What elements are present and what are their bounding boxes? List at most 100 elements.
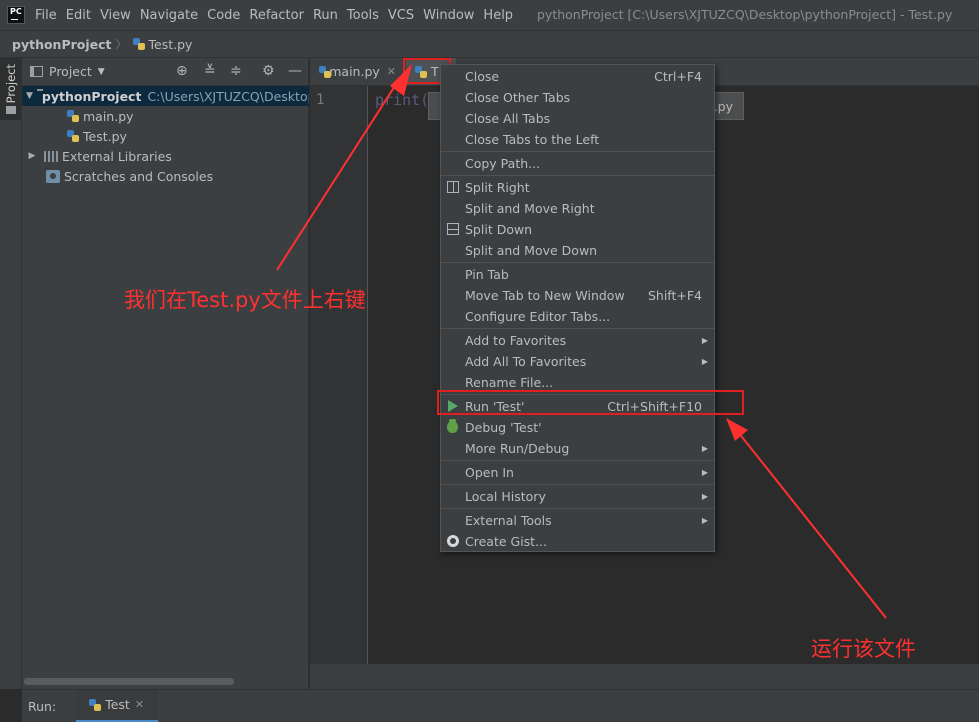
menu-item-external-tools[interactable]: External Tools ▶ (441, 510, 714, 531)
menu-separator (441, 175, 714, 176)
window-title: pythonProject [C:\Users\XJTUZCQ\Desktop\… (537, 7, 953, 22)
menu-file[interactable]: File (35, 8, 57, 23)
line-number: 1 (316, 92, 325, 108)
menu-item-label: More Run/Debug (465, 441, 570, 456)
menu-item-shortcut: Shift+F4 (647, 288, 702, 303)
tree-item-project-root[interactable]: ▼ pythonProject C:\Users\XJTUZCQ\Desktop (22, 86, 309, 106)
menu-vcs[interactable]: VCS (388, 8, 414, 23)
submenu-arrow-icon: ▶ (701, 357, 708, 366)
tab-label: main.py (329, 64, 380, 79)
python-file-icon (132, 37, 146, 51)
menu-item-close-tabs-left[interactable]: Close Tabs to the Left (441, 129, 714, 150)
menu-code[interactable]: Code (207, 8, 240, 23)
left-tool-strip: Project (0, 58, 22, 689)
collapse-all-icon[interactable]: ≑ (230, 63, 242, 79)
expand-all-icon[interactable]: ≚ (204, 63, 216, 79)
menu-item-label: Rename File... (465, 375, 554, 390)
tree-item-scratches[interactable]: Scratches and Consoles (22, 166, 309, 186)
menu-item-add-all-to-favorites[interactable]: Add All To Favorites ▶ (441, 351, 714, 372)
python-file-icon (66, 129, 80, 143)
menu-refactor[interactable]: Refactor (249, 8, 304, 23)
menu-view[interactable]: View (100, 8, 131, 23)
menu-item-open-in[interactable]: Open In ▶ (441, 462, 714, 483)
project-root-path: C:\Users\XJTUZCQ\Desktop (147, 88, 309, 104)
tree-item-external-libraries[interactable]: ▶ External Libraries (22, 146, 309, 166)
menu-item-more-run-debug[interactable]: More Run/Debug ▶ (441, 438, 714, 459)
tab-main-py[interactable]: main.py ✕ (310, 58, 404, 85)
menu-separator (441, 484, 714, 485)
breadcrumb-project[interactable]: pythonProject (12, 37, 112, 52)
menu-navigate[interactable]: Navigate (140, 8, 198, 23)
annotation-run-highlight (437, 390, 744, 415)
python-file-icon (66, 109, 80, 123)
close-icon[interactable]: ✕ (387, 65, 396, 78)
menu-item-label: Close Other Tabs (465, 90, 571, 105)
menu-separator (441, 151, 714, 152)
menu-item-label: Configure Editor Tabs... (465, 309, 611, 324)
run-tool-window-bar: Run: Test ✕ (22, 689, 979, 722)
editor-gutter: 1 (310, 86, 368, 664)
menu-item-label: Close Tabs to the Left (465, 132, 600, 147)
tooltip-text: .py (713, 99, 733, 114)
menu-tools[interactable]: Tools (347, 8, 379, 23)
menu-separator (441, 328, 714, 329)
menu-item-label: Split Down (465, 222, 533, 237)
tree-item-main-py[interactable]: main.py (22, 106, 309, 126)
menu-item-add-to-favorites[interactable]: Add to Favorites ▶ (441, 330, 714, 351)
menu-item-copy-path[interactable]: Copy Path... (441, 153, 714, 174)
menu-item-shortcut: Ctrl+F4 (654, 69, 702, 84)
menu-item-debug-test[interactable]: Debug 'Test' (441, 417, 714, 438)
menu-item-close[interactable]: Close Ctrl+F4 (441, 66, 714, 87)
menu-item-label: Create Gist... (465, 534, 548, 549)
project-panel: Project ▼ ⊕ ≚ ≑ ⚙ — ▼ pythonProject C:\U… (22, 58, 309, 689)
menu-item-local-history[interactable]: Local History ▶ (441, 486, 714, 507)
submenu-arrow-icon: ▶ (701, 492, 708, 501)
tree-item-test-py[interactable]: Test.py (22, 126, 309, 146)
menu-help[interactable]: Help (483, 8, 513, 23)
menu-item-label: Local History (465, 489, 546, 504)
gear-icon[interactable]: ⚙ (262, 63, 275, 79)
library-icon (44, 150, 58, 162)
close-icon[interactable]: ✕ (135, 698, 144, 711)
menu-item-create-gist[interactable]: Create Gist... (441, 531, 714, 552)
menu-bar: PC File Edit View Navigate Code Refactor… (0, 0, 979, 30)
split-down-icon (447, 223, 459, 235)
menu-item-split-right[interactable]: Split Right (441, 177, 714, 198)
menu-item-label: Close (465, 69, 500, 84)
project-tool-tab[interactable]: Project (0, 58, 21, 120)
menu-item-split-down[interactable]: Split Down (441, 219, 714, 240)
run-tab-test[interactable]: Test ✕ (76, 689, 159, 722)
submenu-arrow-icon: ▶ (701, 336, 708, 345)
pycharm-logo-icon: PC (7, 6, 25, 24)
menu-item-label: Pin Tab (465, 267, 509, 282)
breadcrumb-file[interactable]: Test.py (132, 37, 192, 52)
submenu-arrow-icon: ▶ (701, 444, 708, 453)
menu-window[interactable]: Window (423, 8, 474, 23)
menu-item-move-tab-new-window[interactable]: Move Tab to New Window Shift+F4 (441, 285, 714, 306)
split-right-icon (447, 181, 459, 193)
submenu-arrow-icon: ▶ (701, 468, 708, 477)
menu-item-split-move-down[interactable]: Split and Move Down (441, 240, 714, 261)
submenu-arrow-icon: ▶ (701, 516, 708, 525)
tree-item-label: External Libraries (62, 148, 172, 164)
chevron-down-icon[interactable]: ▼ (26, 91, 33, 101)
menu-item-close-other-tabs[interactable]: Close Other Tabs (441, 87, 714, 108)
menu-item-split-move-right[interactable]: Split and Move Right (441, 198, 714, 219)
folder-icon (6, 106, 16, 114)
project-panel-title[interactable]: Project (49, 64, 92, 79)
menu-item-pin-tab[interactable]: Pin Tab (441, 264, 714, 285)
chevron-right-icon[interactable]: ▶ (26, 151, 38, 161)
menu-item-label: Add to Favorites (465, 333, 567, 348)
menu-item-close-all-tabs[interactable]: Close All Tabs (441, 108, 714, 129)
horizontal-scrollbar[interactable] (24, 678, 234, 685)
minimize-icon[interactable]: — (288, 63, 302, 79)
run-tab-label: Test (105, 697, 130, 712)
menu-run[interactable]: Run (313, 8, 338, 23)
menu-item-configure-editor-tabs[interactable]: Configure Editor Tabs... (441, 306, 714, 327)
locate-icon[interactable]: ⊕ (176, 63, 188, 79)
tree-item-label: Scratches and Consoles (64, 168, 214, 184)
project-tool-tab-label: Project (4, 64, 18, 104)
menu-edit[interactable]: Edit (66, 8, 91, 23)
annotation-text-right: 运行该文件 (811, 637, 916, 661)
chevron-down-icon[interactable]: ▼ (98, 67, 105, 77)
